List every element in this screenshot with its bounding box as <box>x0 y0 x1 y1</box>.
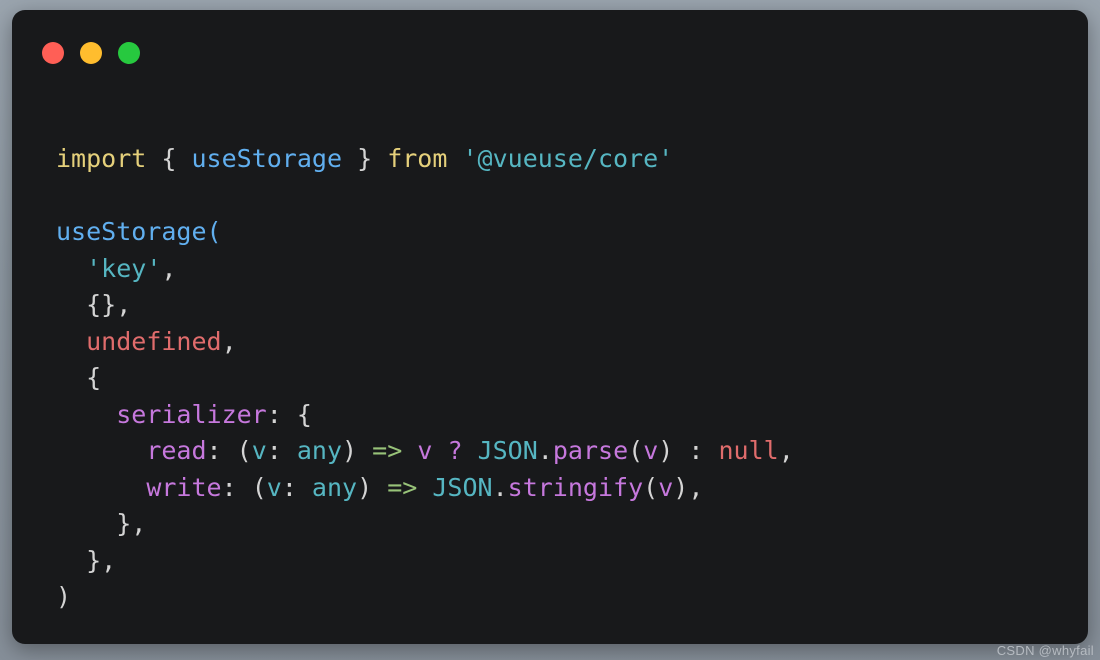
code-token: => <box>372 436 403 465</box>
code-token: JSON <box>432 472 493 502</box>
code-token: any <box>311 472 358 502</box>
minimize-window-button[interactable] <box>80 42 102 64</box>
code-token: ? <box>447 436 463 465</box>
code-token: { <box>86 363 102 392</box>
page-root: import { useStorage } from '@vueuse/core… <box>0 0 1100 660</box>
code-token: , <box>221 326 237 356</box>
code-line: {}, <box>56 287 1068 324</box>
code-token: ( <box>643 472 659 502</box>
code-token: v <box>658 472 674 502</box>
code-token: import <box>56 144 147 173</box>
code-token: useStorage <box>56 217 207 246</box>
code-line: import { useStorage } from '@vueuse/core… <box>56 141 1068 178</box>
code-token: parse <box>552 436 629 465</box>
code-token: any <box>296 436 343 465</box>
code-line: ) <box>56 579 1068 616</box>
code-token: }, <box>86 545 117 575</box>
code-token: v <box>643 436 659 465</box>
code-token: from <box>387 144 448 173</box>
code-token: useStorage <box>191 144 343 173</box>
code-line: write: (v: any) => JSON.stringify(v), <box>56 470 1068 507</box>
window-titlebar <box>42 42 140 64</box>
code-line: }, <box>56 506 1068 543</box>
code-token: ( <box>628 436 644 465</box>
code-token: , <box>778 436 794 465</box>
code-token: : <box>266 436 297 465</box>
code-token: ( <box>251 472 267 502</box>
code-token: write <box>146 472 222 502</box>
code-token: serializer <box>116 399 267 429</box>
code-token: : <box>281 472 312 502</box>
code-line: read: (v: any) => v ? JSON.parse(v) : nu… <box>56 433 1068 470</box>
code-token: 'key' <box>86 253 162 283</box>
code-line: useStorage( <box>56 214 1068 251</box>
code-token: v <box>251 436 267 465</box>
code-line: { <box>56 360 1068 397</box>
code-token: : <box>673 436 719 465</box>
code-block[interactable]: import { useStorage } from '@vueuse/core… <box>56 141 1068 616</box>
code-token: ) <box>658 436 674 465</box>
code-token: ) <box>56 582 72 611</box>
code-line: serializer: { <box>56 397 1068 434</box>
code-token: , <box>161 253 177 283</box>
code-token: ) <box>673 472 689 502</box>
code-token: . <box>537 436 553 465</box>
code-line: undefined, <box>56 324 1068 361</box>
code-token: : <box>206 436 237 465</box>
code-token: : { <box>266 399 312 429</box>
code-window-card: import { useStorage } from '@vueuse/core… <box>12 10 1088 644</box>
code-token: ) <box>342 436 358 465</box>
code-token: stringify <box>507 472 644 502</box>
code-token: : <box>221 472 252 502</box>
code-token: }, <box>116 509 147 538</box>
code-token: , <box>688 472 704 502</box>
code-line: 'key', <box>56 251 1068 288</box>
close-window-button[interactable] <box>42 42 64 64</box>
code-token: {}, <box>86 290 132 319</box>
code-token: ( <box>236 436 252 465</box>
code-token: ( <box>206 217 222 246</box>
code-token: } <box>357 144 373 173</box>
maximize-window-button[interactable] <box>118 42 140 64</box>
code-token: '@vueuse/core' <box>462 144 674 173</box>
watermark-label: CSDN @whyfail <box>996 643 1094 658</box>
code-token: { <box>161 144 177 173</box>
code-token: v <box>266 472 282 502</box>
code-line: }, <box>56 543 1068 580</box>
code-token: ) <box>357 472 373 502</box>
code-token: undefined <box>86 326 222 356</box>
code-token: v <box>417 436 433 465</box>
code-token: JSON <box>477 436 538 465</box>
code-token: read <box>146 436 207 465</box>
code-token: null <box>718 436 779 465</box>
code-token: => <box>387 472 418 502</box>
code-token: . <box>492 472 508 502</box>
